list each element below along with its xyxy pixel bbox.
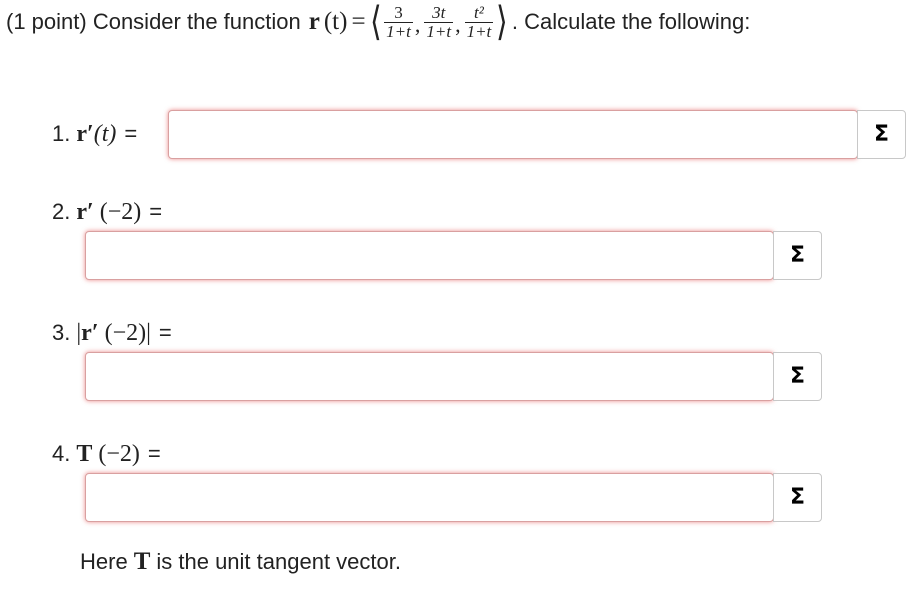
sigma-icon: Σ <box>789 243 806 268</box>
component-1-numerator: 3 <box>394 2 403 22</box>
problem-intro: (1 point) Consider the function <box>6 9 301 34</box>
question-4-symbol: T <box>76 440 93 467</box>
function-variable: (t) <box>323 8 348 35</box>
answer-input-3[interactable] <box>85 352 774 401</box>
question-3-symbol: r′ <box>81 319 99 346</box>
component-1-denominator: 1+t <box>384 21 413 41</box>
separator-1: , <box>414 12 421 37</box>
question-4-argument: (−2) <box>92 440 140 467</box>
equation-editor-button-1[interactable]: Σ <box>857 110 906 159</box>
question-2-symbol: r′ <box>76 198 94 225</box>
question-3-equals: = <box>158 320 172 345</box>
component-2-denominator: 1+t <box>424 21 454 41</box>
component-3-denominator: 1+t <box>464 21 494 41</box>
sigma-icon: Σ <box>789 485 806 510</box>
question-2-equals: = <box>149 199 163 224</box>
right-angle-bracket: ⟩ <box>496 0 508 45</box>
question-4-number: 4. <box>52 441 71 466</box>
footnote-before: Here <box>80 549 128 574</box>
question-1-equals: = <box>124 121 138 146</box>
component-2: 3t 1+t <box>424 2 454 41</box>
separator-2: , <box>455 12 461 37</box>
left-angle-bracket: ⟨ <box>369 0 382 45</box>
question-3-number: 3. <box>52 320 71 345</box>
question-2-label: 2. r′ (−2) = <box>52 194 162 230</box>
equals-sign: = <box>351 8 366 35</box>
problem-trailing-text: . Calculate the following: <box>511 9 751 34</box>
question-1-symbol: r′ <box>76 120 94 147</box>
question-3-argument: (−2) <box>98 319 147 346</box>
question-2-argument: (−2) <box>93 198 142 225</box>
equation-editor-button-2[interactable]: Σ <box>773 231 822 280</box>
footnote: Here T is the unit tangent vector. <box>80 548 401 576</box>
component-3: t² 1+t <box>464 2 494 41</box>
question-4-equals: = <box>147 441 161 466</box>
question-2-number: 2. <box>52 199 71 224</box>
question-1-label: 1. r′ (t) = <box>52 116 137 152</box>
footnote-after: is the unit tangent vector. <box>156 549 401 574</box>
problem-statement: (1 point) Consider the function r (t) = … <box>6 0 750 44</box>
question-3-label: 3. | r′ (−2) | = <box>52 315 172 351</box>
equation-editor-button-3[interactable]: Σ <box>773 352 822 401</box>
component-2-numerator: 3t <box>432 2 446 22</box>
footnote-symbol: T <box>133 548 151 575</box>
question-1-argument: (t) <box>93 120 117 147</box>
question-1-number: 1. <box>52 121 71 146</box>
function-name: r <box>308 8 320 35</box>
answer-input-2[interactable] <box>85 231 774 280</box>
component-1: 3 1+t <box>384 2 413 41</box>
sigma-icon: Σ <box>789 364 806 389</box>
sigma-icon: Σ <box>873 122 890 147</box>
answer-input-4[interactable] <box>85 473 774 522</box>
equation-editor-button-4[interactable]: Σ <box>773 473 822 522</box>
question-3-abs-close: | <box>146 319 151 346</box>
component-3-numerator: t² <box>474 2 484 22</box>
question-4-label: 4. T (−2) = <box>52 436 161 472</box>
answer-input-1[interactable] <box>168 110 858 159</box>
